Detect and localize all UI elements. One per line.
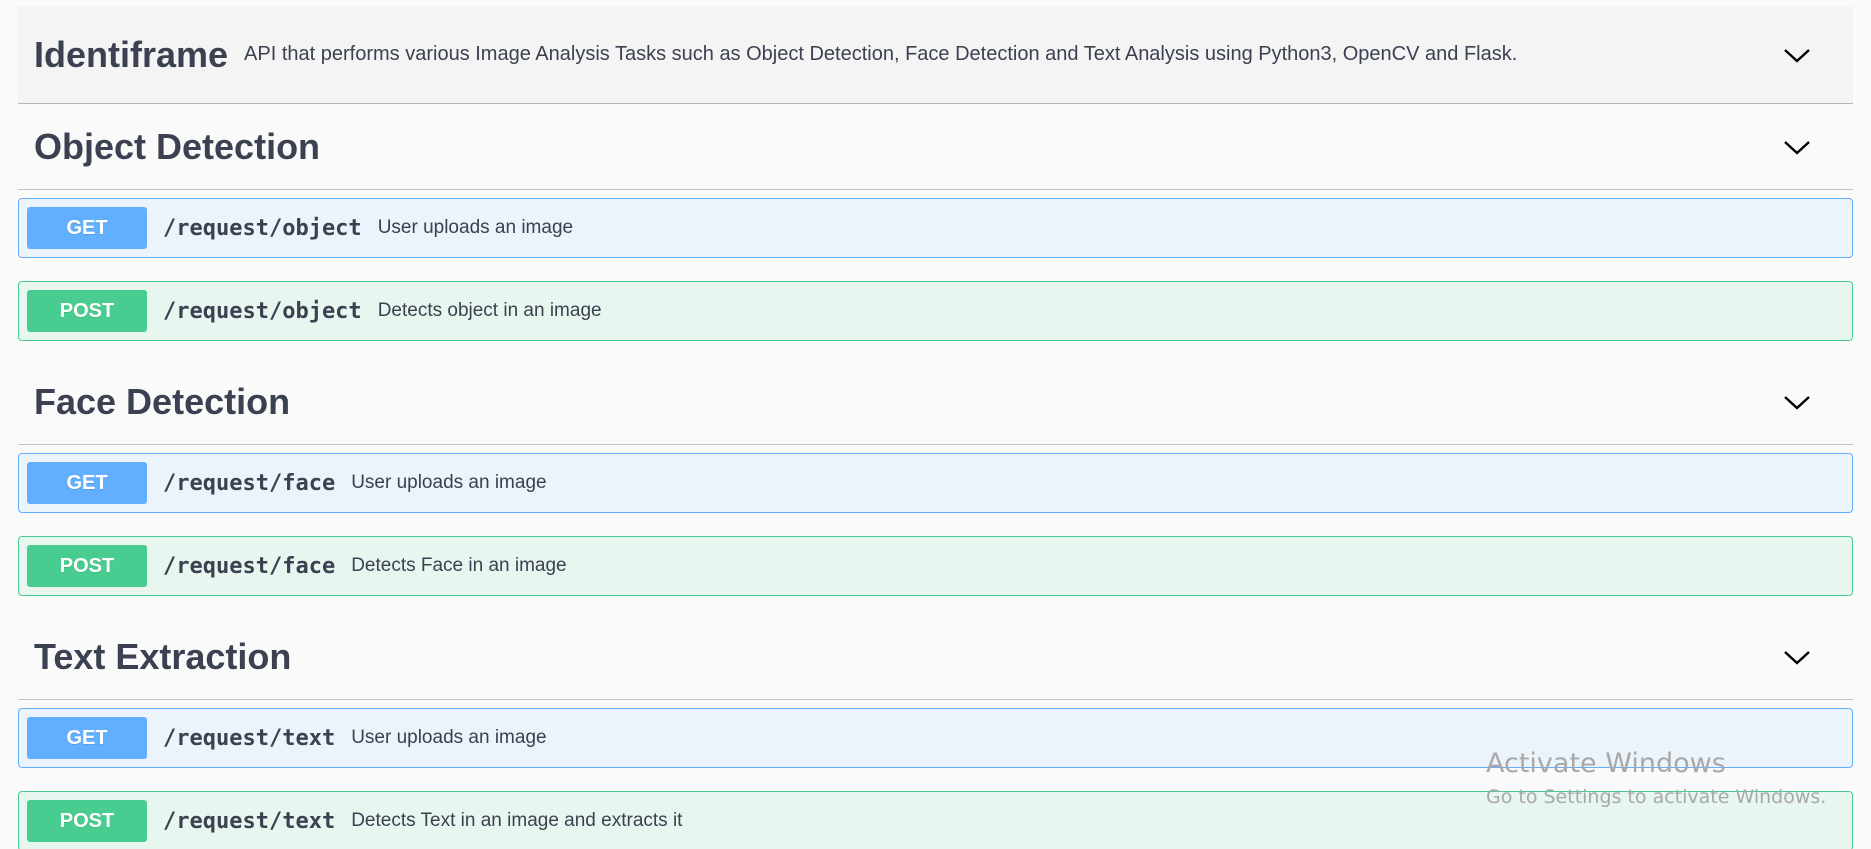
operation-post-request-face[interactable]: POST /request/face Detects Face in an im… <box>18 536 1853 596</box>
operation-summary: User uploads an image <box>351 472 547 493</box>
operation-path: /request/object <box>163 215 362 241</box>
chevron-down-icon[interactable] <box>1779 384 1815 420</box>
tag-section-object-detection: Object Detection GET /request/object Use… <box>18 104 1853 341</box>
chevron-down-icon[interactable] <box>1779 37 1815 73</box>
operation-path: /request/face <box>163 553 336 579</box>
api-info-header[interactable]: Identiframe API that performs various Im… <box>18 6 1853 104</box>
chevron-down-icon[interactable] <box>1779 639 1815 675</box>
swagger-page: Identiframe API that performs various Im… <box>0 6 1871 849</box>
method-badge: POST <box>27 800 147 842</box>
operation-summary: Detects object in an image <box>377 300 602 321</box>
chevron-down-icon[interactable] <box>1779 129 1815 165</box>
method-badge: GET <box>27 207 147 249</box>
operation-post-request-object[interactable]: POST /request/object Detects object in a… <box>18 281 1853 341</box>
operation-get-request-face[interactable]: GET /request/face User uploads an image <box>18 453 1853 513</box>
operation-summary: Detects Face in an image <box>351 555 567 576</box>
tag-header-text-extraction[interactable]: Text Extraction <box>18 614 1853 700</box>
operation-get-request-object[interactable]: GET /request/object User uploads an imag… <box>18 198 1853 258</box>
operation-post-request-text[interactable]: POST /request/text Detects Text in an im… <box>18 791 1853 849</box>
operation-path: /request/face <box>163 470 336 496</box>
operation-summary: User uploads an image <box>377 217 574 238</box>
operation-get-request-text[interactable]: GET /request/text User uploads an image <box>18 708 1853 768</box>
api-title: Identiframe <box>34 33 229 75</box>
api-description: API that performs various Image Analysis… <box>244 43 1518 65</box>
operation-summary: Detects Text in an image and extracts it <box>351 810 683 831</box>
tag-header-face-detection[interactable]: Face Detection <box>18 359 1853 445</box>
method-badge: POST <box>27 545 147 587</box>
tag-section-face-detection: Face Detection GET /request/face User up… <box>18 359 1853 596</box>
tag-title: Object Detection <box>34 125 321 167</box>
tag-title: Face Detection <box>34 380 291 422</box>
operation-summary: User uploads an image <box>351 727 547 748</box>
method-badge: GET <box>27 462 147 504</box>
method-badge: GET <box>27 717 147 759</box>
operation-path: /request/text <box>163 808 336 834</box>
operation-path: /request/object <box>163 298 362 324</box>
tag-section-text-extraction: Text Extraction GET /request/text User u… <box>18 614 1853 849</box>
operation-path: /request/text <box>163 725 336 751</box>
tag-header-object-detection[interactable]: Object Detection <box>18 104 1853 190</box>
method-badge: POST <box>27 290 147 332</box>
tag-title: Text Extraction <box>34 635 292 677</box>
